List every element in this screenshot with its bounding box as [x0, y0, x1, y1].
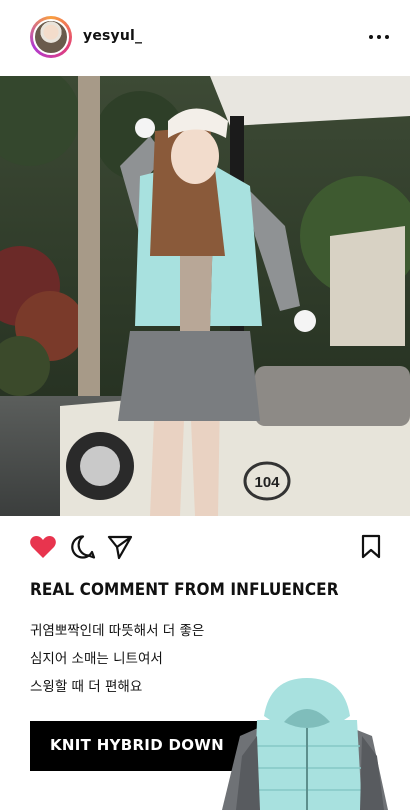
more-icon[interactable]: [366, 24, 392, 50]
avatar-image: [33, 19, 69, 55]
action-bar: [0, 530, 410, 564]
product-image: [222, 678, 388, 810]
post-header: yesyul_: [0, 0, 410, 76]
comment-icon[interactable]: [70, 534, 96, 560]
bookmark-icon[interactable]: [360, 534, 382, 560]
post-photo: 104: [0, 76, 410, 516]
caption-line: 스윙할 때 더 편해요: [30, 679, 143, 695]
cart-number: 104: [254, 474, 280, 491]
heart-icon[interactable]: [29, 534, 57, 560]
cta-label: KNIT HYBRID DOWN: [50, 736, 224, 754]
avatar[interactable]: [30, 16, 72, 58]
caption-line: 귀염뽀짝인데 따뜻해서 더 좋은: [30, 623, 205, 639]
send-icon[interactable]: [107, 534, 133, 560]
post-headline: REAL COMMENT FROM INFLUENCER: [30, 580, 339, 600]
caption-line: 심지어 소매는 니트여서: [30, 651, 163, 667]
username[interactable]: yesyul_: [83, 28, 142, 44]
